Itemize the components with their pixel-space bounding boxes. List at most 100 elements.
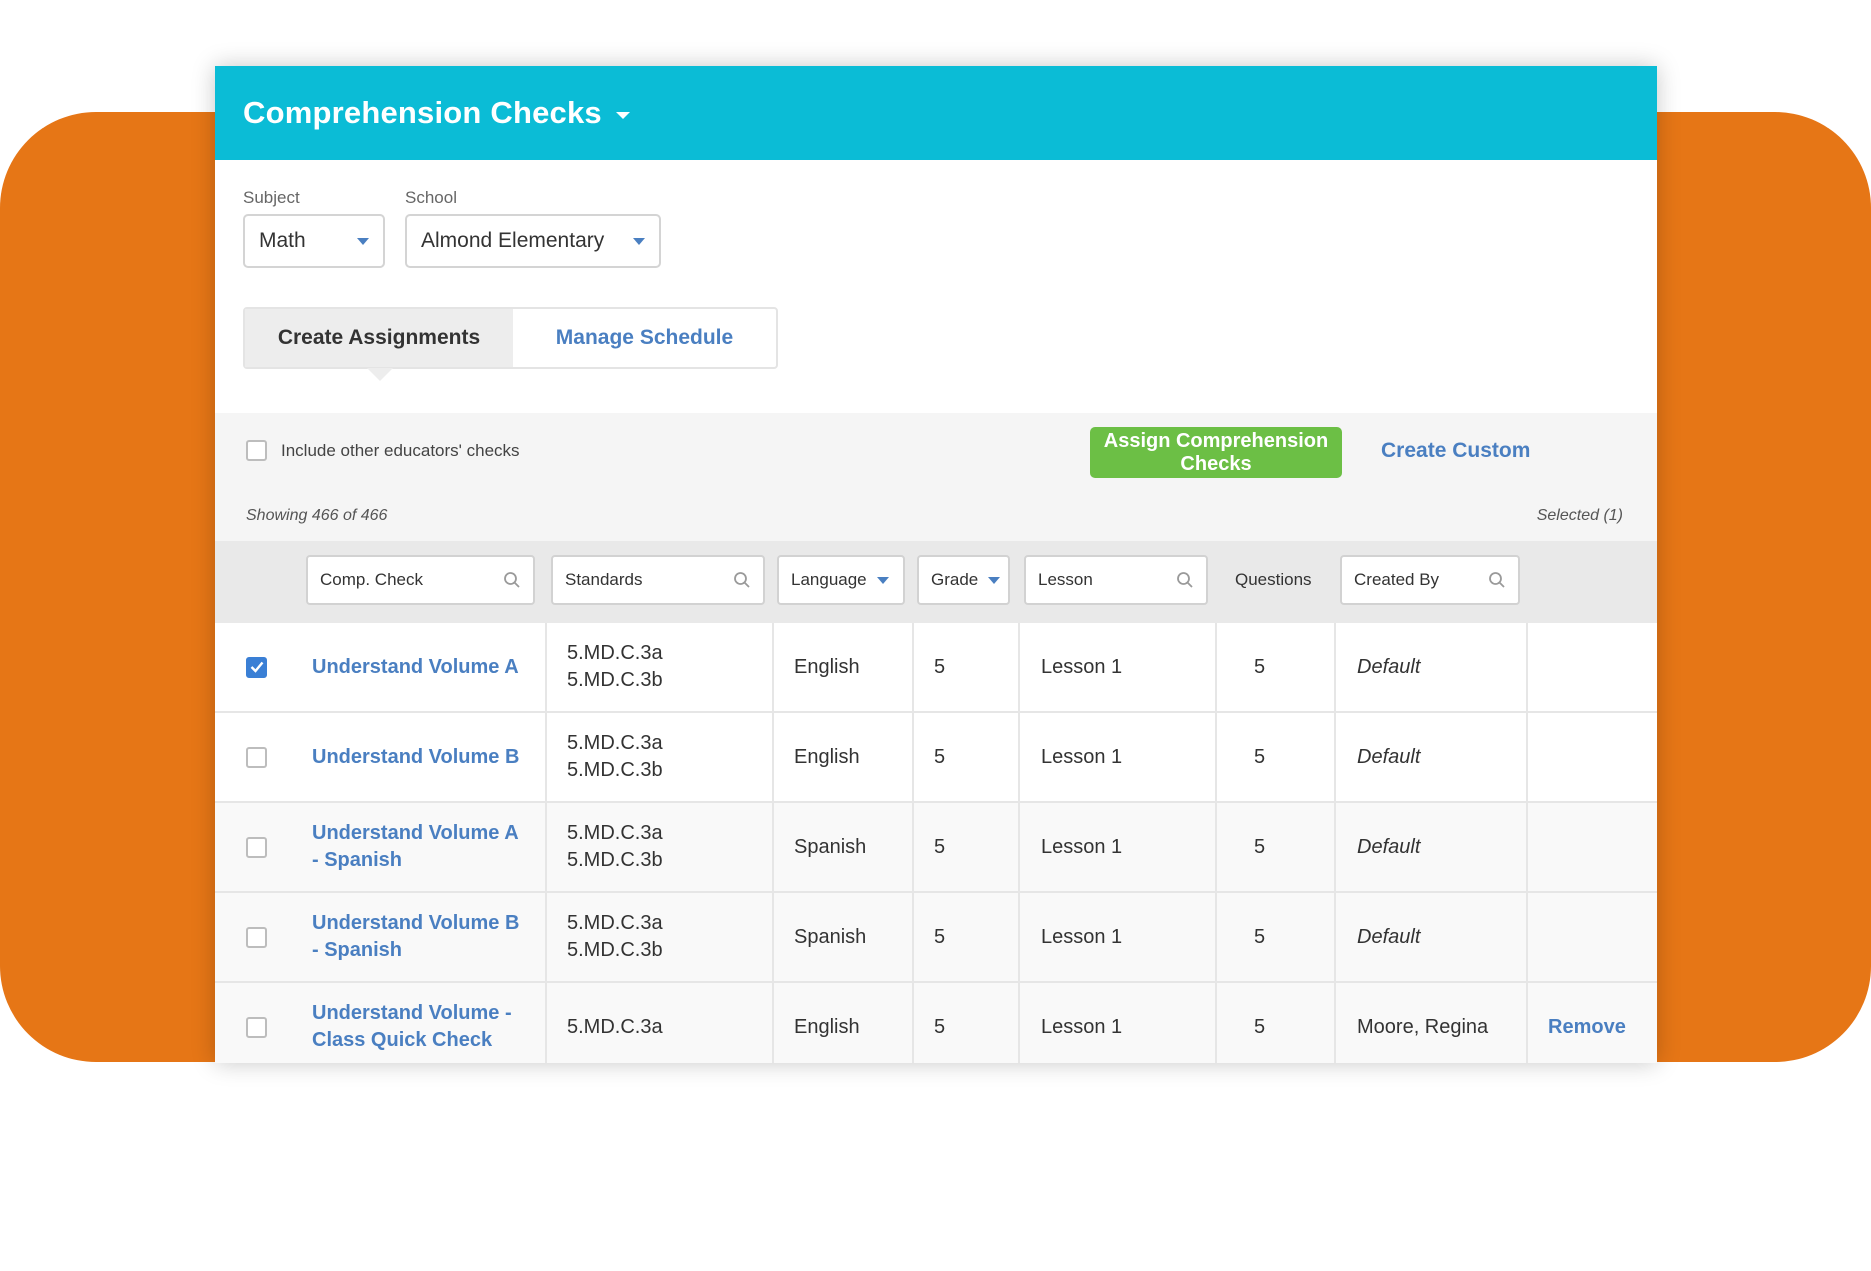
lesson-cell: Lesson 1 bbox=[1020, 983, 1217, 1063]
row-checkbox[interactable] bbox=[246, 1016, 267, 1038]
include-others-checkbox[interactable] bbox=[246, 440, 267, 461]
language-cell: Spanish bbox=[774, 803, 914, 891]
school-filter: School Almond Elementary bbox=[405, 188, 661, 268]
title-dropdown-caret-icon[interactable] bbox=[615, 111, 630, 119]
row-select-cell bbox=[246, 623, 286, 711]
standards-column-label: Standards bbox=[565, 570, 643, 589]
comprehension-checks-panel: Comprehension Checks Subject Math School… bbox=[215, 66, 1657, 1063]
comp-check-title-link[interactable]: Understand Volume B- Spanish bbox=[312, 910, 519, 964]
grade-cell: 5 bbox=[914, 623, 1020, 711]
search-icon bbox=[1177, 572, 1193, 588]
lesson-cell: Lesson 1 bbox=[1020, 713, 1217, 801]
action-cell bbox=[1528, 803, 1657, 891]
assign-comprehension-checks-button[interactable]: Assign Comprehension Checks bbox=[1090, 427, 1342, 478]
language-cell: English bbox=[774, 983, 914, 1063]
comp-check-title-link[interactable]: Understand Volume A bbox=[312, 654, 519, 681]
tab-bar: Create Assignments Manage Schedule bbox=[243, 307, 778, 381]
chevron-down-icon bbox=[876, 576, 889, 584]
table-row[interactable]: Understand Volume A- Spanish 5.MD.C.3a 5.… bbox=[215, 803, 1657, 893]
subject-select[interactable]: Math bbox=[243, 214, 385, 268]
standards-cell: 5.MD.C.3a 5.MD.C.3b bbox=[547, 623, 774, 711]
school-select[interactable]: Almond Elementary bbox=[405, 214, 661, 268]
table-row[interactable]: Understand Volume A 5.MD.C.3a 5.MD.C.3b E… bbox=[215, 623, 1657, 713]
row-checkbox[interactable] bbox=[246, 926, 267, 948]
row-select-cell bbox=[246, 893, 286, 981]
row-checkbox[interactable] bbox=[246, 746, 267, 768]
lesson-column-label: Lesson bbox=[1038, 570, 1093, 589]
search-icon bbox=[1489, 572, 1505, 588]
include-other-educators[interactable]: Include other educators' checks bbox=[246, 440, 520, 461]
grade-cell: 5 bbox=[914, 803, 1020, 891]
created-by-filter-input[interactable]: Created By bbox=[1340, 555, 1520, 605]
page-header[interactable]: Comprehension Checks bbox=[215, 66, 1657, 160]
lesson-filter-input[interactable]: Lesson bbox=[1024, 555, 1208, 605]
page-title[interactable]: Comprehension Checks bbox=[243, 95, 602, 131]
language-cell: English bbox=[774, 713, 914, 801]
grade-cell: 5 bbox=[914, 983, 1020, 1063]
grade-filter-select[interactable]: Grade bbox=[917, 555, 1010, 605]
comp-check-cell: Understand Volume A bbox=[290, 623, 547, 711]
language-filter-select[interactable]: Language bbox=[777, 555, 905, 605]
grade-cell: 5 bbox=[914, 893, 1020, 981]
grade-cell: 5 bbox=[914, 713, 1020, 801]
lesson-cell: Lesson 1 bbox=[1020, 803, 1217, 891]
row-select-cell bbox=[246, 713, 286, 801]
lesson-cell: Lesson 1 bbox=[1020, 893, 1217, 981]
standards-cell: 5.MD.C.3a 5.MD.C.3b bbox=[547, 713, 774, 801]
create-custom-link[interactable]: Create Custom bbox=[1381, 439, 1530, 463]
school-label: School bbox=[405, 188, 457, 207]
grade-column-label: Grade bbox=[931, 570, 979, 589]
questions-cell: 5 bbox=[1217, 803, 1336, 891]
created-by-cell: Default bbox=[1336, 713, 1528, 801]
row-checkbox[interactable] bbox=[246, 656, 267, 678]
subject-value: Math bbox=[259, 229, 306, 252]
created-by-cell: Default bbox=[1336, 893, 1528, 981]
showing-count: Showing 466 of 466 bbox=[246, 507, 388, 524]
comp-check-title-link[interactable]: Understand Volume A- Spanish bbox=[312, 820, 519, 874]
search-icon bbox=[734, 572, 750, 588]
subject-label: Subject bbox=[243, 188, 300, 207]
action-cell: Remove bbox=[1528, 983, 1657, 1063]
comp-check-title-link[interactable]: Understand Volume B bbox=[312, 744, 519, 771]
created-by-column-label: Created By bbox=[1354, 570, 1440, 589]
action-cell bbox=[1528, 893, 1657, 981]
questions-cell: 5 bbox=[1217, 983, 1336, 1063]
school-value: Almond Elementary bbox=[421, 229, 605, 252]
created-by-cell: Default bbox=[1336, 623, 1528, 711]
created-by-cell: Default bbox=[1336, 803, 1528, 891]
comp-check-filter-input[interactable]: Comp. Check bbox=[306, 555, 535, 605]
table-row[interactable]: Understand Volume B 5.MD.C.3a 5.MD.C.3b E… bbox=[215, 713, 1657, 803]
action-cell bbox=[1528, 623, 1657, 711]
language-cell: Spanish bbox=[774, 893, 914, 981]
comp-check-title-link[interactable]: Understand Volume - Class Quick Check bbox=[312, 1000, 512, 1054]
chevron-down-icon bbox=[633, 237, 645, 245]
questions-cell: 5 bbox=[1217, 713, 1336, 801]
standards-filter-input[interactable]: Standards bbox=[551, 555, 765, 605]
checkmark-icon bbox=[250, 661, 263, 673]
standards-cell: 5.MD.C.3a bbox=[547, 983, 774, 1063]
questions-cell: 5 bbox=[1217, 623, 1336, 711]
comp-check-column-label: Comp. Check bbox=[320, 570, 423, 589]
table-row[interactable]: Understand Volume - Class Quick Check 5.M… bbox=[215, 983, 1657, 1063]
tab-create-assignments[interactable]: Create Assignments bbox=[245, 309, 513, 381]
lesson-cell: Lesson 1 bbox=[1020, 623, 1217, 711]
questions-column-header: Questions bbox=[1235, 570, 1312, 589]
row-select-cell bbox=[246, 983, 286, 1063]
comp-check-cell: Understand Volume - Class Quick Check bbox=[290, 983, 547, 1063]
language-column-label: Language bbox=[791, 570, 867, 589]
table-row[interactable]: Understand Volume B- Spanish 5.MD.C.3a 5.… bbox=[215, 893, 1657, 983]
comp-check-cell: Understand Volume B- Spanish bbox=[290, 893, 547, 981]
row-checkbox[interactable] bbox=[246, 836, 267, 858]
column-filter-row: Comp. Check Standards Language Grade Les… bbox=[215, 541, 1657, 623]
action-cell bbox=[1528, 713, 1657, 801]
selected-count: Selected (1) bbox=[1536, 507, 1623, 524]
chevron-down-icon bbox=[357, 237, 369, 245]
questions-cell: 5 bbox=[1217, 893, 1336, 981]
row-select-cell bbox=[246, 803, 286, 891]
remove-link[interactable]: Remove bbox=[1548, 1016, 1626, 1039]
chevron-down-icon bbox=[988, 576, 1001, 584]
language-cell: English bbox=[774, 623, 914, 711]
tab-manage-schedule[interactable]: Manage Schedule bbox=[513, 309, 776, 367]
include-others-label: Include other educators' checks bbox=[281, 440, 520, 460]
comp-check-cell: Understand Volume A- Spanish bbox=[290, 803, 547, 891]
